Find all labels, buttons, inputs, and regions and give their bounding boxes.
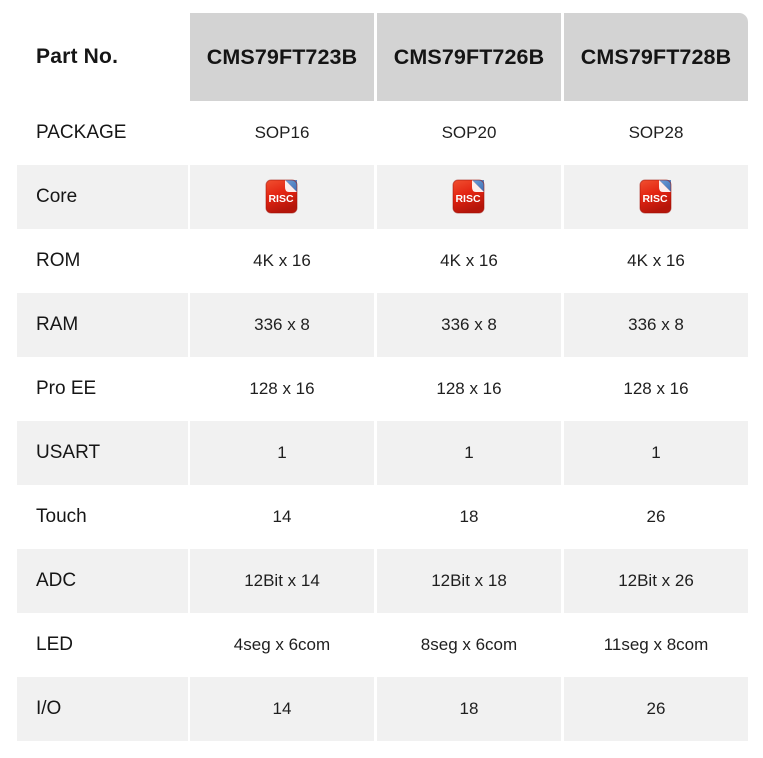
table-cell: 128 x 16 bbox=[436, 379, 502, 398]
table-cell: 12Bit x 18 bbox=[377, 549, 561, 613]
table-body: PACKAGE SOP16 SOP20 SOP28 Core RISC RISC RISC RO… bbox=[0, 101, 763, 741]
table-cell: 128 x 16 bbox=[249, 379, 315, 398]
table-cell: 26 bbox=[646, 507, 666, 526]
table-cell: 18 bbox=[377, 677, 561, 741]
risc-icon: RISC bbox=[265, 178, 299, 216]
table-cell: 1 bbox=[377, 421, 561, 485]
column-header-2: CMS79FT726B bbox=[377, 13, 561, 101]
part-no-label: Part No. bbox=[36, 45, 119, 68]
row-label-ram: RAM bbox=[17, 293, 188, 357]
table-cell: SOP16 bbox=[254, 123, 310, 142]
table-cell: 14 bbox=[190, 677, 374, 741]
table-cell: 4K x 16 bbox=[440, 251, 498, 270]
table-row: RAM 336 x 8 336 x 8 336 x 8 bbox=[0, 293, 763, 357]
table-row: LED 4seg x 6com 8seg x 6com 11seg x 8com bbox=[0, 613, 763, 677]
table-cell: 11seg x 8com bbox=[603, 635, 709, 654]
column-header-1: CMS79FT723B bbox=[190, 13, 374, 101]
table-cell: 336 x 8 bbox=[564, 293, 748, 357]
table-cell: RISC bbox=[377, 165, 561, 229]
table-row: Core RISC RISC RISC bbox=[0, 165, 763, 229]
table-row: USART 1 1 1 bbox=[0, 421, 763, 485]
row-label-rom: ROM bbox=[36, 250, 81, 271]
row-label-i-o: I/O bbox=[17, 677, 188, 741]
table-row: ADC 12Bit x 14 12Bit x 18 12Bit x 26 bbox=[0, 549, 763, 613]
table-cell: 1 bbox=[564, 421, 748, 485]
table-cell: 336 x 8 bbox=[190, 293, 374, 357]
table-cell: 128 x 16 bbox=[623, 379, 689, 398]
table-row: ROM 4K x 16 4K x 16 4K x 16 bbox=[0, 229, 763, 293]
table-cell: 4K x 16 bbox=[627, 251, 685, 270]
table-cell: 12Bit x 26 bbox=[564, 549, 748, 613]
table-cell: 1 bbox=[190, 421, 374, 485]
table-cell: 14 bbox=[272, 507, 292, 526]
row-label-adc: ADC bbox=[17, 549, 188, 613]
svg-text:RISC: RISC bbox=[268, 193, 294, 205]
table-row: I/O 14 18 26 bbox=[0, 677, 763, 741]
row-label-touch: Touch bbox=[36, 506, 87, 527]
svg-text:RISC: RISC bbox=[642, 193, 668, 205]
risc-icon: RISC bbox=[452, 178, 486, 216]
svg-text:RISC: RISC bbox=[455, 193, 481, 205]
table-cell: 26 bbox=[564, 677, 748, 741]
table-row: PACKAGE SOP16 SOP20 SOP28 bbox=[0, 101, 763, 165]
row-label-led: LED bbox=[36, 634, 73, 655]
table-cell: SOP28 bbox=[628, 123, 684, 142]
product-comparison-table: Part No. CMS79FT723B CMS79FT726B CMS79FT… bbox=[0, 0, 763, 758]
table-cell: 8seg x 6com bbox=[420, 635, 518, 654]
row-label-pro-ee: Pro EE bbox=[36, 378, 97, 399]
table-cell: RISC bbox=[564, 165, 748, 229]
table-cell: SOP20 bbox=[441, 123, 497, 142]
table-cell: RISC bbox=[190, 165, 374, 229]
risc-icon: RISC bbox=[639, 178, 673, 216]
table-cell: 12Bit x 14 bbox=[190, 549, 374, 613]
table-header-row: Part No. CMS79FT723B CMS79FT726B CMS79FT… bbox=[0, 13, 763, 101]
table-row: Touch 14 18 26 bbox=[0, 485, 763, 549]
table-cell: 18 bbox=[459, 507, 479, 526]
table-cell: 336 x 8 bbox=[377, 293, 561, 357]
row-label-core: Core bbox=[17, 165, 188, 229]
row-label-usart: USART bbox=[17, 421, 188, 485]
row-label-package: PACKAGE bbox=[36, 122, 127, 143]
column-header-3: CMS79FT728B bbox=[564, 13, 748, 101]
table-cell: 4K x 16 bbox=[253, 251, 311, 270]
table-row: Pro EE 128 x 16 128 x 16 128 x 16 bbox=[0, 357, 763, 421]
table-cell: 4seg x 6com bbox=[233, 635, 331, 654]
